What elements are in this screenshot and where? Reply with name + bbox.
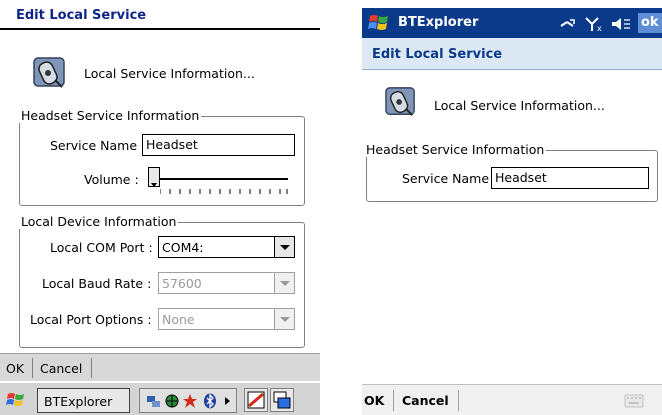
port-options-label: Local Port Options :	[30, 312, 152, 327]
ok-button[interactable]: ok	[638, 13, 662, 33]
right-screen: BTExplorer x ok Edit Local Service Local…	[362, 0, 662, 415]
left-screen: Edit Local Service Local Service Informa…	[0, 0, 320, 415]
connectivity-icon[interactable]	[558, 16, 576, 32]
ok-menu-item[interactable]: OK	[364, 393, 384, 408]
taskbar-app-button[interactable]: BTExplorer	[37, 388, 130, 413]
header-text: Local Service Information...	[434, 98, 605, 113]
menu-bar: OK Cancel	[0, 353, 320, 382]
bluetooth-device-icon	[385, 87, 415, 116]
volume-slider-thumb[interactable]	[148, 167, 160, 187]
bluetooth-device-icon	[33, 57, 65, 88]
globe-icon[interactable]	[164, 393, 180, 409]
svg-text:x: x	[597, 24, 602, 32]
group-legend: Local Device Information	[19, 214, 179, 229]
status-app-name: BTExplorer	[398, 15, 479, 30]
port-options-value: None	[162, 312, 195, 327]
service-name-label: Service Name	[50, 138, 138, 153]
windows-start-flag-icon[interactable]	[368, 12, 390, 34]
taskbar-app-label: BTExplorer	[44, 394, 113, 409]
system-tray	[139, 388, 237, 413]
group-legend: Headset Service Information	[364, 142, 547, 157]
baud-rate-label: Local Baud Rate :	[42, 276, 152, 291]
windows-start-flag-icon[interactable]	[6, 390, 26, 410]
chevron-down-icon[interactable]	[274, 237, 294, 257]
volume-slider-track[interactable]	[150, 178, 288, 180]
com-port-value: COM4:	[162, 240, 204, 255]
page-title: Edit Local Service	[16, 8, 147, 23]
menu-separator	[458, 390, 459, 411]
network-icon[interactable]	[146, 393, 162, 409]
chevron-down-icon	[274, 309, 294, 329]
taskbar: BTExplorer	[0, 381, 320, 415]
service-name-field[interactable]: Headset	[491, 167, 649, 189]
port-options-dropdown: None	[158, 308, 295, 330]
sip-keyboard-icon[interactable]	[244, 388, 268, 412]
baud-rate-dropdown: 57600	[158, 272, 295, 294]
com-port-dropdown[interactable]: COM4:	[158, 236, 295, 258]
volume-slider-ticks	[160, 189, 288, 194]
service-name-label: Service Name	[402, 171, 490, 186]
volume-label: Volume :	[84, 172, 139, 187]
page-title: Edit Local Service	[372, 47, 503, 62]
menu-separator	[91, 358, 92, 378]
menu-bar: OK Cancel	[362, 384, 662, 415]
arrow-right-icon[interactable]	[220, 393, 236, 409]
baud-rate-value: 57600	[162, 276, 202, 291]
chevron-down-icon	[274, 273, 294, 293]
service-name-field[interactable]: Headset	[142, 134, 295, 156]
speaker-icon[interactable]	[610, 16, 632, 32]
cancel-menu-item[interactable]: Cancel	[40, 361, 82, 376]
menu-separator	[393, 390, 394, 411]
star-burst-icon[interactable]	[182, 393, 198, 409]
title-bar: Edit Local Service	[0, 0, 320, 30]
cancel-menu-item[interactable]: Cancel	[402, 393, 449, 408]
signal-off-icon[interactable]: x	[584, 16, 604, 32]
page-title-bar: Edit Local Service	[362, 38, 662, 70]
ok-menu-item[interactable]: OK	[6, 361, 24, 376]
keyboard-icon[interactable]	[624, 394, 644, 408]
group-legend: Headset Service Information	[19, 108, 202, 123]
windows-switch-icon[interactable]	[270, 388, 294, 412]
bluetooth-icon[interactable]	[202, 393, 218, 409]
header-text: Local Service Information...	[84, 66, 255, 81]
menu-separator	[32, 358, 33, 378]
com-port-label: Local COM Port :	[50, 240, 153, 255]
status-bar: BTExplorer x ok	[362, 8, 662, 38]
